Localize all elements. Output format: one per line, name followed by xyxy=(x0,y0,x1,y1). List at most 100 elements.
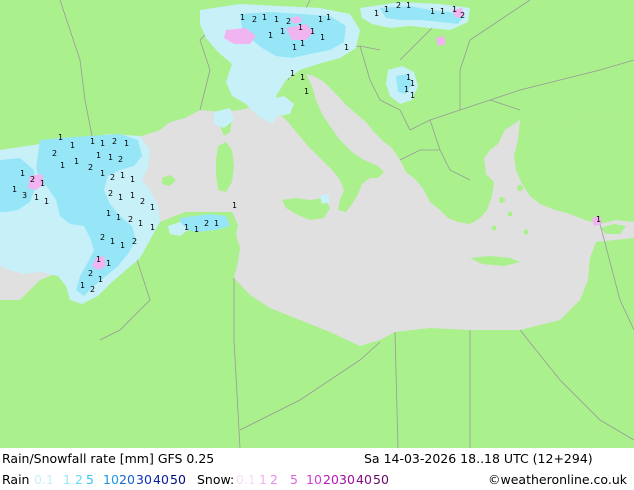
rate-marker: 1 xyxy=(60,161,65,170)
rate-marker: 1 xyxy=(130,175,135,184)
map-datetime: Sa 14-03-2026 18..18 UTC (12+294) xyxy=(364,451,593,466)
rate-marker: 2 xyxy=(110,173,115,182)
rate-marker: 1 xyxy=(80,281,85,290)
rate-marker: 1 xyxy=(70,141,75,150)
rate-marker: 1 xyxy=(194,225,199,234)
aegean-island xyxy=(499,197,505,203)
rate-marker: 1 xyxy=(150,203,155,212)
rate-marker: 1 xyxy=(138,219,143,228)
rate-marker: 1 xyxy=(120,171,125,180)
rate-marker: 1 xyxy=(184,223,189,232)
rate-marker: 1 xyxy=(406,1,411,10)
rate-marker: 1 xyxy=(96,255,101,264)
rain-legend-step: 5 xyxy=(86,472,94,487)
rate-marker: 2 xyxy=(112,137,117,146)
rate-marker: 2 xyxy=(88,163,93,172)
rate-marker: 2 xyxy=(396,1,401,10)
rate-marker: 2 xyxy=(128,215,133,224)
rate-marker: 2 xyxy=(52,149,57,158)
snow-legend-step: 20 xyxy=(323,472,339,487)
rate-marker: 1 xyxy=(280,27,285,36)
rain-legend-step: 10 xyxy=(103,472,119,487)
rate-marker: 1 xyxy=(384,5,389,14)
rate-marker: 1 xyxy=(326,13,331,22)
rate-marker: 1 xyxy=(20,169,25,178)
rate-marker: 1 xyxy=(214,219,219,228)
rain-legend-step: 2 xyxy=(75,472,83,487)
rate-marker: 1 xyxy=(274,15,279,24)
rate-marker: 1 xyxy=(268,31,273,40)
rate-marker: 2 xyxy=(140,197,145,206)
rate-marker: 1 xyxy=(124,139,129,148)
rain-legend-step: 50 xyxy=(170,472,186,487)
rate-marker: 2 xyxy=(118,155,123,164)
rate-marker: 1 xyxy=(320,33,325,42)
credit-link[interactable]: ©weatheronline.co.uk xyxy=(488,472,627,487)
snow-legend-step: 1 xyxy=(259,472,267,487)
rate-marker: 1 xyxy=(110,237,115,246)
rate-marker: 2 xyxy=(88,269,93,278)
footer-title-row: Rain/Snowfall rate [mm] GFS 0.25 Sa 14-0… xyxy=(0,448,634,469)
rate-marker: 1 xyxy=(410,79,415,88)
rain-legend-step: 30 xyxy=(136,472,152,487)
rate-marker: 1 xyxy=(106,259,111,268)
footer-legend-row: Rain 0.1 1 2 5 10 20 30 40 50 Snow: 0.1 1 2 5 10 20 30… xyxy=(0,469,634,490)
rate-marker: 1 xyxy=(106,209,111,218)
snow-legend-step: 2 xyxy=(270,472,278,487)
rain-legend-label: Rain xyxy=(2,472,30,487)
rate-marker: 1 xyxy=(596,215,601,224)
rate-marker: 1 xyxy=(292,43,297,52)
rate-marker: 1 xyxy=(318,15,323,24)
rate-marker: 1 xyxy=(452,5,457,14)
rate-marker: 3 xyxy=(22,191,27,200)
rate-marker: 1 xyxy=(304,87,309,96)
rate-marker: 1 xyxy=(150,223,155,232)
rate-marker: 1 xyxy=(310,27,315,36)
rate-marker: 2 xyxy=(108,189,113,198)
rate-marker: 1 xyxy=(100,139,105,148)
rate-marker: 1 xyxy=(290,69,295,78)
aegean-island xyxy=(523,229,529,235)
rate-marker: 1 xyxy=(58,133,63,142)
rate-marker: 1 xyxy=(262,13,267,22)
rate-marker: 1 xyxy=(116,213,121,222)
rate-marker: 1 xyxy=(440,7,445,16)
aegean-island xyxy=(517,185,523,191)
snow-legend-step: 30 xyxy=(339,472,355,487)
rate-marker: 1 xyxy=(344,43,349,52)
rate-marker: 2 xyxy=(252,15,257,24)
snow-legend-step: 0.1 xyxy=(236,472,256,487)
aegean-island xyxy=(491,225,497,231)
precipitation-map: 1121121112112121131112112112111211211211… xyxy=(0,0,634,448)
rate-marker: 1 xyxy=(300,73,305,82)
rate-marker: 1 xyxy=(232,201,237,210)
rain-legend-step: 1 xyxy=(63,472,71,487)
rate-marker: 1 xyxy=(404,85,409,94)
rate-marker: 1 xyxy=(240,13,245,22)
rain-legend-step: 20 xyxy=(119,472,135,487)
snow-legend-step: 5 xyxy=(290,472,298,487)
rate-marker: 2 xyxy=(132,237,137,246)
rate-marker: 1 xyxy=(74,157,79,166)
rate-marker: 1 xyxy=(98,275,103,284)
map-canvas: 1121 1 2 11 1 21 1212 113 1 11 2 1 12 1 1211 1 2 1 12 1 1 21 1… xyxy=(0,0,634,448)
rate-marker: 1 xyxy=(90,137,95,146)
rate-marker: 1 xyxy=(12,185,17,194)
rate-marker: 1 xyxy=(130,191,135,200)
rate-marker: 1 xyxy=(410,91,415,100)
rate-marker: 1 xyxy=(34,193,39,202)
rate-marker: 1 xyxy=(120,241,125,250)
rate-marker: 2 xyxy=(90,285,95,294)
rate-marker: 2 xyxy=(204,219,209,228)
rate-marker: 1 xyxy=(96,151,101,160)
rain-legend-step: 0.1 xyxy=(34,472,54,487)
rate-marker: 1 xyxy=(44,197,49,206)
rain-legend-step: 40 xyxy=(153,472,169,487)
snow-legend-step: 10 xyxy=(306,472,322,487)
map-title: Rain/Snowfall rate [mm] GFS 0.25 xyxy=(2,451,215,466)
rate-marker: 1 xyxy=(300,39,305,48)
snow-legend-step: 40 xyxy=(356,472,372,487)
rate-marker: 1 xyxy=(100,169,105,178)
aegean-island xyxy=(507,211,513,217)
rate-marker: 1 xyxy=(40,179,45,188)
